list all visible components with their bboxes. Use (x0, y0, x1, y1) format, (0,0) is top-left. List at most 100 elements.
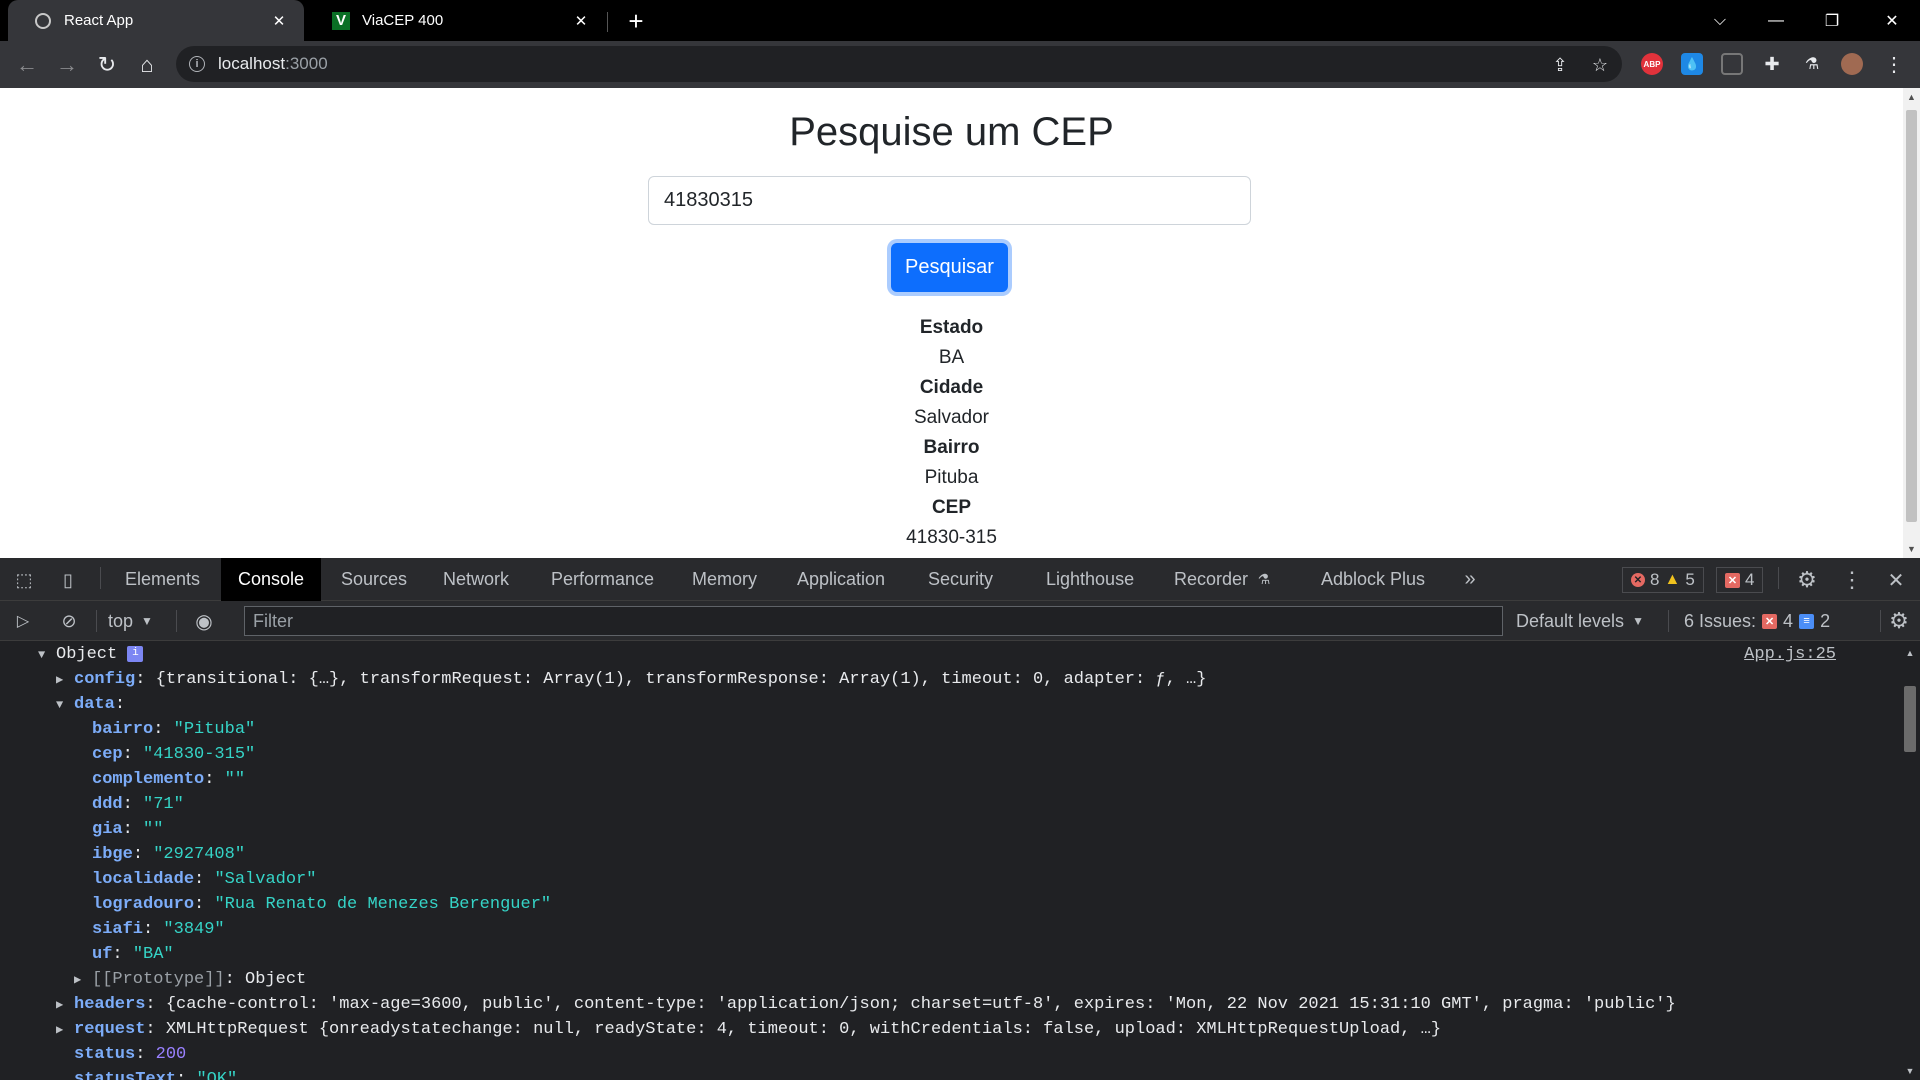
tab-react-app[interactable]: React App ✕ (8, 0, 304, 41)
reload-icon[interactable]: ↻ (92, 50, 122, 80)
data-row: ddd: "71" (92, 795, 184, 814)
droplet-extension-icon[interactable]: 💧 (1681, 53, 1703, 75)
restore-icon[interactable]: ❐ (1804, 0, 1860, 41)
divider (176, 610, 177, 632)
forward-icon[interactable]: → (52, 50, 82, 80)
cep-input[interactable] (648, 176, 1251, 225)
home-icon[interactable]: ⌂ (132, 50, 162, 80)
console-filter-input[interactable]: Filter (244, 606, 1503, 636)
share-icon[interactable]: ⇪ (1550, 55, 1570, 75)
tab-title: ViaCEP 400 (362, 12, 444, 29)
recorder-flask-icon: ⚗ (1257, 570, 1271, 587)
labs-flask-icon[interactable]: ⚗ (1801, 53, 1823, 75)
data-row: bairro: "Pituba" (92, 720, 256, 739)
warning-icon: ▲ (1664, 571, 1681, 588)
tab-recorder[interactable]: Recorder (1174, 558, 1248, 601)
data-row: uf: "BA" (92, 945, 174, 964)
data-row: siafi: "3849" (92, 920, 225, 939)
scroll-up-arrow-icon[interactable]: ▲ (1900, 646, 1920, 660)
console-line-statustext: statusText: "OK" (74, 1070, 238, 1080)
clear-console-icon[interactable]: ⊘ (56, 609, 82, 633)
data-row: complemento: "" (92, 770, 246, 789)
source-link[interactable]: App.js:25 (1744, 642, 1836, 667)
divider (100, 567, 101, 589)
result-label-cidade: Cidade (919, 377, 984, 398)
log-levels-dropdown[interactable]: Default levels ▼ (1516, 609, 1644, 633)
result-label-bairro: Bairro (923, 437, 980, 458)
viacep-favicon: V (332, 11, 350, 30)
console-line-object[interactable]: ▼ Object i (38, 642, 144, 668)
page-title: Pesquise um CEP (789, 110, 1114, 154)
tab-console[interactable]: Console (221, 558, 322, 601)
tab-elements[interactable]: Elements (125, 558, 200, 601)
console-line-data[interactable]: ▼ data: (56, 692, 125, 718)
live-expression-eye-icon[interactable]: ◉ (190, 609, 218, 633)
tab-application[interactable]: Application (797, 558, 885, 601)
tab-search-icon[interactable]: ⌵ (1692, 0, 1748, 41)
issues-count-top: 4 (1745, 570, 1755, 589)
scrollbar-thumb[interactable] (1904, 686, 1916, 752)
issues-button[interactable]: 6 Issues: ✕ 4 ≡ 2 (1684, 609, 1830, 633)
divider (1880, 610, 1881, 632)
new-tab-icon[interactable]: + (622, 6, 650, 36)
scroll-up-arrow-icon[interactable]: ▲ (1903, 90, 1920, 104)
error-icon: ✕ (1631, 573, 1645, 587)
collapsed-triangle-icon: ▶ (56, 1023, 64, 1037)
scroll-down-arrow-icon[interactable]: ▼ (1900, 1064, 1920, 1078)
profile-avatar[interactable] (1841, 53, 1863, 75)
search-button[interactable]: Pesquisar (891, 243, 1008, 292)
device-toolbar-icon[interactable]: ▯ (56, 568, 80, 592)
site-info-icon[interactable]: i (189, 56, 205, 72)
devtools-tab-bar: ⬚ ▯ Elements Console Sources Network Per… (0, 558, 1920, 601)
result-block: Estado BA Cidade Salvador Bairro Pituba … (0, 313, 1903, 553)
tab-title: React App (64, 12, 134, 29)
console-line-config[interactable]: ▶ config: {transitional: {…}, transformRe… (56, 667, 1206, 693)
tab-viacep[interactable]: V ViaCEP 400 ✕ (306, 0, 606, 41)
address-bar[interactable]: i localhost:3000 ⇪ ☆ (176, 46, 1622, 82)
page-scrollbar[interactable]: ▲ ▼ (1903, 88, 1920, 558)
devtools-menu-kebab-icon[interactable]: ⋮ (1840, 567, 1864, 593)
sidebar-toggle-icon[interactable]: ▷ (10, 609, 36, 633)
tab-memory[interactable]: Memory (692, 558, 757, 601)
console-toolbar: ▷ ⊘ top ▼ ◉ Filter Default levels ▼ 6 Issu… (0, 601, 1920, 641)
context-selector[interactable]: top ▼ (108, 609, 153, 633)
scrollbar-thumb[interactable] (1906, 110, 1917, 522)
console-line-headers[interactable]: ▶ headers: {cache-control: 'max-age=3600,… (56, 992, 1676, 1018)
menu-kebab-icon[interactable]: ⋮ (1883, 53, 1905, 76)
tab-adblock-plus[interactable]: Adblock Plus (1321, 558, 1425, 601)
tab-lighthouse[interactable]: Lighthouse (1046, 558, 1134, 601)
console-scrollbar[interactable]: ▲ ▼ (1900, 642, 1920, 1080)
close-tab-icon[interactable]: ✕ (570, 10, 592, 32)
tab-performance[interactable]: Performance (551, 558, 654, 601)
close-devtools-icon[interactable]: ✕ (1884, 567, 1908, 593)
divider (1668, 610, 1669, 632)
console-counts[interactable]: ✕ 8 ▲ 5 (1622, 567, 1704, 593)
tab-sources[interactable]: Sources (341, 558, 407, 601)
more-tabs-chevron-icon[interactable]: » (1458, 567, 1482, 591)
data-row: localidade: "Salvador" (92, 870, 317, 889)
issue-error-icon: ✕ (1725, 572, 1740, 588)
settings-gear-icon[interactable]: ⚙ (1794, 567, 1820, 593)
extensions-puzzle-icon[interactable]: ✚ (1761, 53, 1783, 75)
minimize-icon[interactable]: — (1748, 0, 1804, 41)
grid-extension-icon[interactable] (1721, 53, 1743, 75)
bookmark-star-icon[interactable]: ☆ (1590, 55, 1610, 75)
result-label-estado: Estado (919, 317, 984, 338)
inspect-element-icon[interactable]: ⬚ (12, 568, 36, 592)
console-settings-gear-icon[interactable]: ⚙ (1886, 608, 1912, 634)
collapsed-triangle-icon: ▶ (74, 973, 82, 987)
issue-error-icon: ✕ (1762, 613, 1778, 629)
info-icon: i (127, 645, 144, 662)
back-icon[interactable]: ← (12, 50, 42, 80)
result-value-cidade: Salvador (914, 407, 989, 428)
close-tab-icon[interactable]: ✕ (268, 10, 290, 32)
tab-network[interactable]: Network (443, 558, 509, 601)
close-window-icon[interactable]: ✕ (1864, 0, 1920, 41)
issues-counter[interactable]: ✕ 4 (1716, 567, 1764, 593)
console-line-prototype[interactable]: ▶ [[Prototype]]: Object (74, 967, 306, 993)
tab-security[interactable]: Security (928, 558, 993, 601)
console-line-request[interactable]: ▶ request: XMLHttpRequest {onreadystatech… (56, 1017, 1441, 1043)
console-line-status: status: 200 (74, 1045, 187, 1064)
adblock-plus-icon[interactable]: ABP (1641, 53, 1663, 75)
scroll-down-arrow-icon[interactable]: ▼ (1903, 542, 1920, 556)
